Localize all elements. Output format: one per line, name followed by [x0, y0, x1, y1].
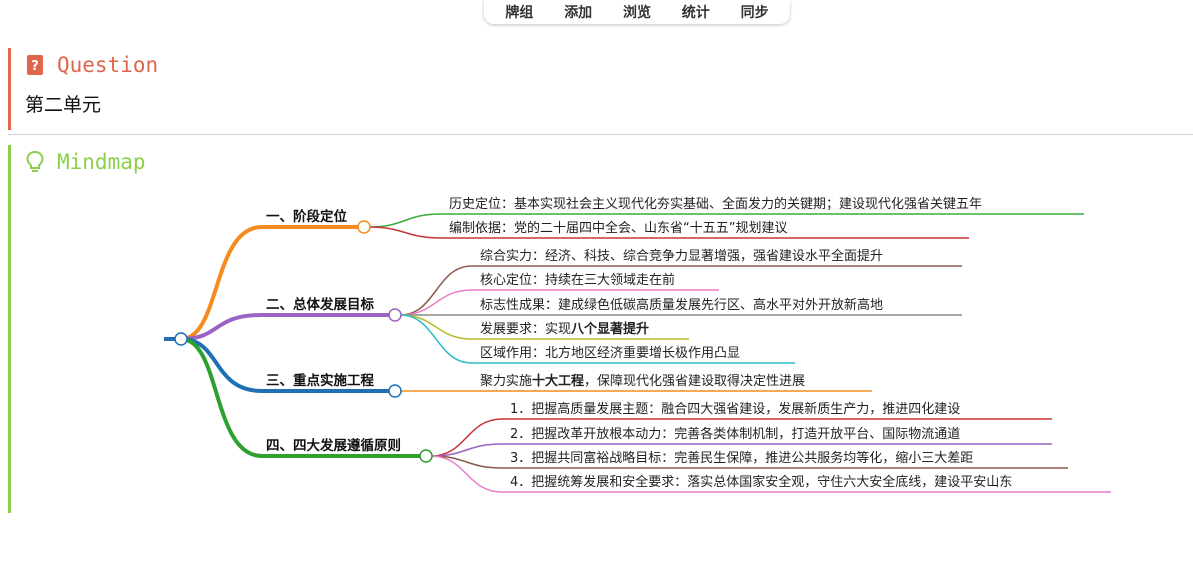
branch-label[interactable]: 四、四大发展遵循原则	[266, 437, 401, 454]
branch-connector	[179, 225, 366, 341]
mindmap-diagram: 一、阶段定位 历史定位：基本实现社会主义现代化夯实基础、全面发力的关键期；建设现代…	[164, 196, 1111, 493]
child-label[interactable]: 聚力实施十大工程，保障现代化强省建设取得决定性进展	[480, 373, 805, 389]
branch-node[interactable]	[419, 449, 433, 463]
branch-node[interactable]	[388, 308, 402, 322]
branch-node[interactable]	[357, 220, 371, 234]
branch-label[interactable]: 一、阶段定位	[266, 208, 347, 225]
branch-label[interactable]: 二、总体发展目标	[266, 296, 374, 313]
child-label[interactable]: 发展要求：实现八个显著提升	[480, 321, 649, 337]
child-label[interactable]: 历史定位：基本实现社会主义现代化夯实基础、全面发力的关键期；建设现代化强省关键五…	[449, 196, 982, 212]
child-label[interactable]: 1．把握高质量发展主题：融合四大强省建设，发展新质生产力，推进四化建设	[510, 401, 960, 417]
branch-connector	[179, 313, 397, 341]
child-label[interactable]: 2．把握改革开放根本动力：完善各类体制机制，打造开放平台、国际物流通道	[510, 426, 960, 442]
child-label[interactable]: 综合实力：经济、科技、综合竞争力显著增强，强省建设水平全面提升	[480, 248, 883, 264]
child-label[interactable]: 4．把握统筹发展和安全要求：落实总体国家安全观，守住六大安全底线，建设平安山东	[510, 474, 1012, 490]
mindmap-root-node[interactable]	[174, 332, 188, 346]
branch-node[interactable]	[388, 384, 402, 398]
child-label[interactable]: 3．把握共同富裕战略目标：完善民生保障，推进公共服务均等化，缩小三大差距	[510, 450, 973, 466]
child-label[interactable]: 编制依据：党的二十届四中全会、山东省“十五五”规划建议	[449, 220, 787, 236]
child-label[interactable]: 区域作用：北方地区经济重要增长极作用凸显	[480, 345, 740, 361]
branch-label[interactable]: 三、重点实施工程	[266, 372, 374, 389]
child-label[interactable]: 标志性成果：建成绿色低碳高质量发展先行区、高水平对外开放新高地	[480, 297, 883, 313]
child-label[interactable]: 核心定位：持续在三大领域走在前	[480, 272, 675, 288]
